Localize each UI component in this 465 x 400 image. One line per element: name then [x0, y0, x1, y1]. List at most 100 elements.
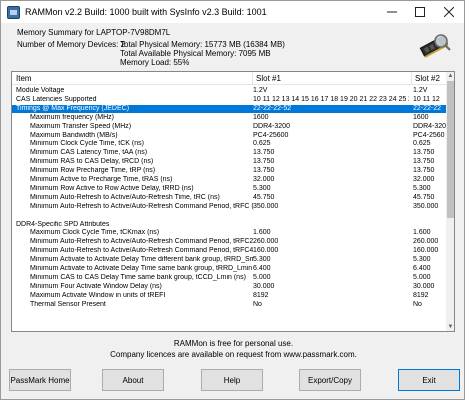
scroll-up-arrow-icon[interactable]: ▲: [446, 72, 454, 80]
cell-slot1: 5.300: [253, 184, 271, 192]
cell-item: Minimum Row Precharge Time, tRP (ns): [30, 167, 156, 175]
maximize-button[interactable]: [406, 1, 434, 23]
cell-slot2: 30.000: [413, 282, 435, 290]
table-row[interactable]: Minimum CAS to CAS Delay Time same bank …: [12, 274, 446, 283]
table-row[interactable]: CAS Latencies Supported 10 11 12 13 14 15…: [12, 96, 446, 105]
memory-devices-count: Number of Memory Devices: 2: [17, 40, 126, 49]
table-row[interactable]: Thermal Sensor Present No No: [12, 301, 446, 310]
table-row[interactable]: Maximum Clock Cycle Time, tCKmax (ns) 1.6…: [12, 229, 446, 238]
cell-slot1: 6.400: [253, 265, 271, 272]
table-row[interactable]: Maximum frequency (MHz) 1600 1600: [12, 114, 446, 123]
rammon-window: RAMMon v2.2 Build: 1000 built with SysIn…: [0, 0, 465, 400]
cell-slot1: 5.300: [253, 256, 271, 264]
table-row[interactable]: Minimum Clock Cycle Time, tCK (ns) 0.625 0…: [12, 140, 446, 149]
cell-item: Module Voltage: [16, 87, 65, 94]
cell-slot1: 22-22-22-52: [253, 104, 292, 112]
column-header-slot1[interactable]: Slot #1: [256, 74, 281, 83]
cell-slot1: 260.000: [253, 238, 279, 246]
cell-slot1: 1.600: [253, 229, 271, 237]
export-copy-button[interactable]: Export/Copy: [299, 369, 361, 391]
scrollbar-thumb[interactable]: [447, 81, 454, 218]
about-button[interactable]: About: [102, 369, 164, 391]
total-physical-memory: Total Physical Memory: 15773 MB (16384 M…: [120, 40, 285, 49]
table-row[interactable]: Minimum Row Active to Row Active Delay, …: [12, 185, 446, 194]
cell-item: CAS Latencies Supported: [16, 95, 97, 103]
cell-item: Minimum Row Active to Row Active Delay, …: [30, 184, 194, 192]
memory-load: Memory Load: 55%: [120, 58, 190, 67]
cell-slot1: 13.750: [253, 149, 275, 157]
license-note-line1: RAMMon is free for personal use.: [173, 339, 294, 348]
cell-item: Minimum Activate to Activate Delay Time …: [30, 256, 254, 264]
cell-item: Maximum Transfer Speed (MHz): [30, 122, 132, 130]
cell-item: Minimum Auto-Refresh to Active/Auto-Refr…: [30, 238, 254, 246]
column-divider[interactable]: [252, 72, 253, 85]
cell-slot1: 45.750: [253, 193, 275, 201]
title-bar[interactable]: RAMMon v2.2 Build: 1000 built with SysIn…: [1, 1, 464, 23]
close-icon: [444, 7, 454, 17]
table-row[interactable]: Minimum Active to Precharge Time, tRAS (…: [12, 176, 446, 185]
cell-slot1: 350.000: [253, 202, 279, 210]
cell-slot2: 1600: [413, 113, 429, 121]
cell-slot1: No: [253, 300, 262, 308]
memory-chip-magnifier-icon: [419, 34, 451, 58]
scroll-down-arrow-icon[interactable]: ▼: [446, 323, 454, 331]
table-header: Item Slot #1 Slot #2: [12, 72, 446, 85]
help-button[interactable]: Help: [201, 369, 263, 391]
cell-slot2: 1.600: [413, 229, 431, 237]
close-button[interactable]: [434, 1, 464, 23]
table-row[interactable]: Maximum Transfer Speed (MHz) DDR4-3200 DDR…: [12, 123, 446, 132]
summary-title: Memory Summary for LAPTOP-7V98DM7L: [17, 28, 171, 37]
table-row[interactable]: Minimum Row Precharge Time, tRP (ns) 13.7…: [12, 167, 446, 176]
cell-slot1: 10 11 12 13 14 15 16 17 18 19 20 21 22 2…: [253, 95, 409, 103]
cell-slot2: 10 11 12: [413, 95, 440, 103]
cell-item: Minimum Four Activate Window Delay (ns): [30, 282, 162, 290]
table-row[interactable]: Minimum Activate to Activate Delay Time …: [12, 256, 446, 265]
cell-item: DDR4-Specific SPD Attributes: [16, 220, 110, 228]
cell-slot1: 32.000: [253, 176, 275, 183]
cell-item: Maximum Bandwidth (MB/s): [30, 131, 118, 139]
table-row[interactable]: Minimum RAS to CAS Delay, tRCD (ns) 13.75…: [12, 158, 446, 167]
cell-slot2: 5.300: [413, 256, 431, 264]
table-row[interactable]: Maximum Activate Window in units of tREF…: [12, 292, 446, 301]
cell-slot2: PC4-2560: [413, 131, 445, 139]
cell-slot1: 160.000: [253, 247, 279, 255]
memory-stats: Total Physical Memory: 15773 MB (16384 M…: [120, 40, 285, 67]
table-row[interactable]: Minimum Auto-Refresh to Active/Auto-Refr…: [12, 247, 446, 256]
cell-slot2: 45.750: [413, 193, 435, 201]
total-available-memory: Total Available Physical Memory: 7095 MB: [120, 49, 271, 58]
cell-slot1: 13.750: [253, 158, 275, 166]
table-row[interactable]: Timings @ Max Frequency (JEDEC) 22-22-22-…: [12, 104, 446, 114]
cell-item: Minimum Auto-Refresh to Active/Auto-Refr…: [30, 193, 220, 201]
table-row[interactable]: Minimum Four Activate Window Delay (ns) 3…: [12, 283, 446, 292]
cell-item: Minimum CAS Latency Time, tAA (ns): [30, 149, 148, 157]
cell-item: Maximum frequency (MHz): [30, 113, 115, 121]
maximize-icon: [415, 7, 425, 17]
table-row[interactable]: Module Voltage 1.2V 1.2V: [12, 87, 446, 96]
cell-slot2: 5.300: [413, 184, 431, 192]
table-row[interactable]: Minimum Auto-Refresh to Active/Auto-Refr…: [12, 194, 446, 203]
cell-slot1: 0.625: [253, 140, 271, 148]
column-header-slot2[interactable]: Slot #2: [415, 74, 440, 83]
column-header-item[interactable]: Item: [16, 74, 32, 83]
table-row[interactable]: DDR4-Specific SPD Attributes: [12, 221, 446, 230]
window-title: RAMMon v2.2 Build: 1000 built with SysIn…: [25, 7, 267, 17]
minimize-button[interactable]: [378, 1, 406, 23]
table-row[interactable]: Minimum Auto-Refresh to Active/Auto-Refr…: [12, 203, 446, 212]
column-divider[interactable]: [411, 72, 412, 85]
table-row[interactable]: Minimum CAS Latency Time, tAA (ns) 13.750…: [12, 149, 446, 158]
passmark-home-button[interactable]: PassMark Home: [9, 369, 71, 391]
vertical-scrollbar[interactable]: ▲ ▼: [446, 72, 454, 331]
table-row[interactable]: Maximum Bandwidth (MB/s) PC4-25600 PC4-256…: [12, 132, 446, 141]
cell-slot2: 13.750: [413, 167, 435, 175]
table-row[interactable]: Minimum Activate to Activate Delay Time …: [12, 265, 446, 274]
cell-item: Thermal Sensor Present: [30, 300, 106, 308]
cell-slot2: 6.400: [413, 265, 431, 272]
cell-slot2: No: [413, 300, 422, 308]
memory-summary: Memory Summary for LAPTOP-7V98DM7L Numbe…: [9, 28, 456, 68]
spd-details-table[interactable]: Item Slot #1 Slot #2 Module Voltage 1.2V 1…: [11, 71, 455, 332]
exit-button[interactable]: Exit: [398, 369, 460, 391]
table-row[interactable]: Minimum Auto-Refresh to Active/Auto-Refr…: [12, 238, 446, 247]
cell-item: Minimum CAS to CAS Delay Time same bank …: [30, 273, 246, 281]
cell-slot1: PC4-25600: [253, 131, 289, 139]
table-row[interactable]: [12, 212, 446, 221]
